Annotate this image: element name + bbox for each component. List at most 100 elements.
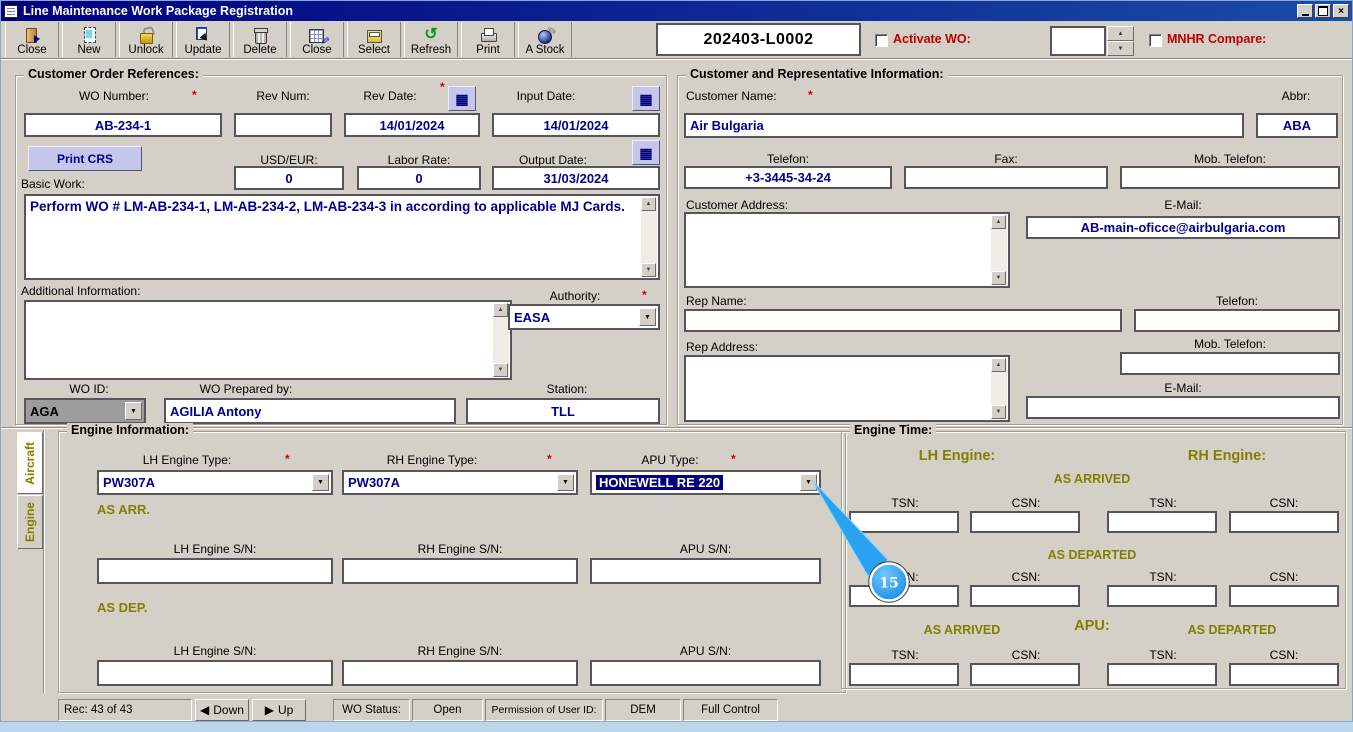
vertical-scrollbar[interactable]: ▲▼ bbox=[991, 358, 1007, 419]
arr-lh-tsn-field[interactable] bbox=[849, 511, 959, 533]
arr-rh-engine-sn-field[interactable] bbox=[342, 558, 578, 584]
vertical-scrollbar[interactable]: ▲▼ bbox=[991, 215, 1007, 285]
print-crs-button[interactable]: Print CRS bbox=[28, 146, 142, 171]
rep-address-textarea[interactable]: ▲▼ bbox=[684, 355, 1010, 422]
dep-lh-csn-field[interactable] bbox=[970, 585, 1080, 607]
toolbar-button-delete[interactable]: Delete bbox=[233, 22, 287, 57]
toolbar-button-print[interactable]: Print bbox=[461, 22, 515, 57]
rep-telefon-field[interactable] bbox=[1134, 309, 1340, 332]
arr-lh-engine-sn-field[interactable] bbox=[97, 558, 333, 584]
toolbar-button-new[interactable]: New bbox=[62, 22, 116, 57]
apu-dep-csn-field[interactable] bbox=[1229, 663, 1339, 686]
vertical-scrollbar[interactable]: ▲▼ bbox=[641, 197, 657, 277]
abbr-field[interactable]: ABA bbox=[1256, 113, 1338, 138]
up-button-label: Up bbox=[278, 703, 293, 717]
spinner-input[interactable] bbox=[1050, 26, 1106, 56]
toolbar-button-label: Select bbox=[358, 44, 390, 56]
scroll-up-icon[interactable]: ▲ bbox=[641, 197, 656, 211]
rev-num-field[interactable] bbox=[234, 113, 332, 137]
required-marker: * bbox=[547, 452, 552, 466]
work-package-number-display: 202403-L0002 bbox=[656, 23, 861, 56]
apu-dep-tsn-field[interactable] bbox=[1107, 663, 1217, 686]
mnhr-compare-checkbox[interactable] bbox=[1149, 34, 1162, 47]
record-down-button[interactable]: ◀Down bbox=[195, 699, 249, 721]
dep-rh-csn-field[interactable] bbox=[1229, 585, 1339, 607]
email-field[interactable]: AB-main-oficce@airbulgaria.com bbox=[1026, 216, 1340, 239]
input-date-calendar-button[interactable]: ▦ bbox=[632, 86, 660, 111]
dep-rh-engine-sn-field[interactable] bbox=[342, 660, 578, 686]
wo-id-value: AGA bbox=[30, 404, 59, 419]
chevron-down-icon[interactable]: ▼ bbox=[125, 402, 142, 420]
arr-apu-sn-field[interactable] bbox=[590, 558, 821, 584]
arr-rh-csn-field[interactable] bbox=[1229, 511, 1339, 533]
spinner-up-button[interactable]: ▲ bbox=[1107, 26, 1134, 41]
arr-rh-tsn-field[interactable] bbox=[1107, 511, 1217, 533]
telefon-field[interactable]: +3-3445-34-24 bbox=[684, 166, 892, 189]
fax-field[interactable] bbox=[904, 166, 1108, 189]
chevron-down-icon[interactable]: ▼ bbox=[639, 308, 656, 326]
mob-telefon-field[interactable] bbox=[1120, 166, 1340, 189]
chevron-down-icon[interactable]: ▼ bbox=[800, 474, 817, 491]
toolbar-button-close[interactable]: Close bbox=[5, 22, 59, 57]
rh-engine-type-combobox[interactable]: PW307A ▼ bbox=[342, 470, 578, 495]
dep-apu-sn-field[interactable] bbox=[590, 660, 821, 686]
arr-lh-csn-field[interactable] bbox=[970, 511, 1080, 533]
app-window: Line Maintenance Work Package Registrati… bbox=[0, 0, 1353, 722]
additional-information-textarea[interactable]: ▲▼ bbox=[24, 300, 512, 380]
usd-eur-field[interactable]: 0 bbox=[234, 166, 344, 190]
station-field[interactable]: TLL bbox=[466, 398, 660, 424]
apu-arr-tsn-field[interactable] bbox=[849, 663, 959, 686]
restore-button[interactable] bbox=[1315, 4, 1331, 18]
lh-engine-type-combobox[interactable]: PW307A ▼ bbox=[97, 470, 333, 495]
toolbar-button-refresh[interactable]: ↺Refresh bbox=[404, 22, 458, 57]
dep-lh-engine-sn-field[interactable] bbox=[97, 660, 333, 686]
spinner-down-button[interactable]: ▼ bbox=[1107, 41, 1134, 56]
toolbar-button-close-form[interactable]: ✎Close bbox=[290, 22, 344, 57]
scroll-down-icon[interactable]: ▼ bbox=[991, 405, 1006, 419]
toolbar-button-update[interactable]: Update bbox=[176, 22, 230, 57]
scroll-up-icon[interactable]: ▲ bbox=[991, 215, 1006, 229]
apu-arr-csn-field[interactable] bbox=[970, 663, 1080, 686]
csn-label: CSN: bbox=[970, 648, 1082, 662]
tab-engine[interactable]: Engine bbox=[17, 495, 43, 549]
tab-aircraft[interactable]: Aircraft bbox=[17, 432, 43, 494]
rev-date-field[interactable]: 14/01/2024 bbox=[344, 113, 480, 137]
scroll-up-icon[interactable]: ▲ bbox=[991, 358, 1006, 372]
toolbar-button-a-stock[interactable]: ✎A Stock bbox=[518, 22, 572, 57]
rev-date-calendar-button[interactable]: ▦ bbox=[448, 86, 476, 111]
wo-id-combobox[interactable]: AGA ▼ bbox=[24, 398, 146, 424]
labor-rate-field[interactable]: 0 bbox=[357, 166, 481, 190]
close-window-button[interactable]: × bbox=[1333, 4, 1349, 18]
rev-date-label: Rev Date: bbox=[344, 89, 436, 103]
rep-mob-telefon-field[interactable] bbox=[1120, 352, 1340, 375]
customer-name-field[interactable]: Air Bulgaria bbox=[684, 113, 1244, 138]
chevron-down-icon[interactable]: ▼ bbox=[312, 474, 329, 491]
vertical-scrollbar[interactable]: ▲▼ bbox=[493, 303, 509, 377]
output-date-field[interactable]: 31/03/2024 bbox=[492, 166, 660, 190]
output-date-calendar-button[interactable]: ▦ bbox=[632, 140, 660, 165]
chevron-down-icon[interactable]: ▼ bbox=[557, 474, 574, 491]
rep-email-field[interactable] bbox=[1026, 396, 1340, 419]
scroll-down-icon[interactable]: ▼ bbox=[493, 363, 508, 377]
toolbar-button-select[interactable]: Select bbox=[347, 22, 401, 57]
wo-prepared-by-field[interactable]: AGILIA Antony bbox=[164, 398, 456, 424]
scroll-down-icon[interactable]: ▼ bbox=[641, 263, 656, 277]
scroll-up-icon[interactable]: ▲ bbox=[493, 303, 508, 317]
input-date-field[interactable]: 14/01/2024 bbox=[492, 113, 660, 137]
customer-order-references-group: Customer Order References: WO Number: * … bbox=[15, 75, 667, 425]
activate-wo-checkbox[interactable] bbox=[875, 34, 888, 47]
record-up-button[interactable]: ▶Up bbox=[252, 699, 306, 721]
wo-number-field[interactable]: AB-234-1 bbox=[24, 113, 222, 137]
mnhr-compare-label: MNHR Compare: bbox=[1167, 32, 1266, 46]
dep-lh-tsn-field[interactable] bbox=[849, 585, 959, 607]
as-dep-label: AS DEP. bbox=[97, 600, 147, 615]
dep-rh-tsn-field[interactable] bbox=[1107, 585, 1217, 607]
customer-address-textarea[interactable]: ▲▼ bbox=[684, 212, 1010, 288]
authority-combobox[interactable]: EASA ▼ bbox=[508, 304, 660, 330]
scroll-down-icon[interactable]: ▼ bbox=[991, 271, 1006, 285]
apu-type-combobox[interactable]: HONEWELL RE 220 ▼ bbox=[590, 470, 821, 495]
minimize-button[interactable] bbox=[1297, 4, 1313, 18]
toolbar-button-unlock[interactable]: Unlock bbox=[119, 22, 173, 57]
rep-name-field[interactable] bbox=[684, 309, 1122, 332]
basic-work-textarea[interactable]: Perform WO # LM-AB-234-1, LM-AB-234-2, L… bbox=[24, 194, 660, 280]
